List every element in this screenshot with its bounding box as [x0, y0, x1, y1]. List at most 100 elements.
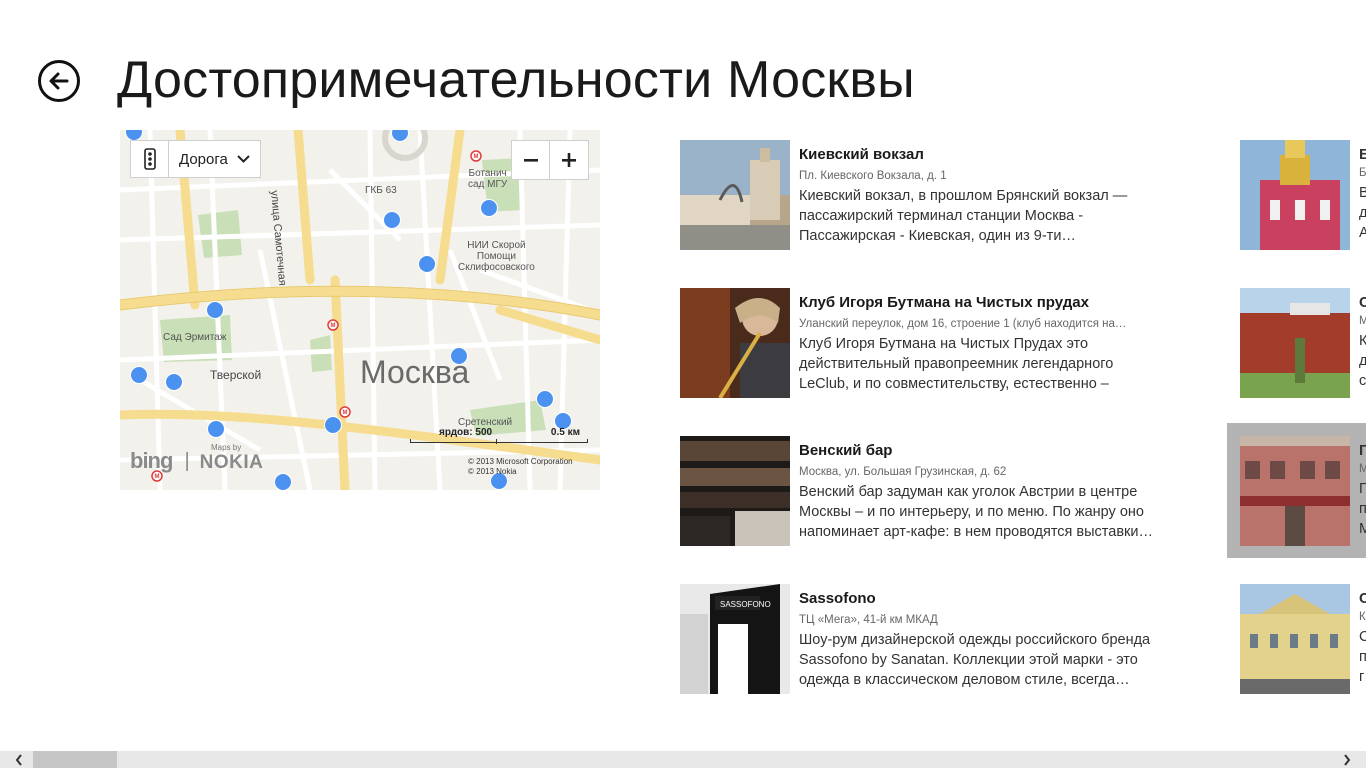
scale-line [410, 439, 588, 443]
chevron-left-icon [15, 753, 22, 766]
svg-text:M: M [343, 410, 348, 416]
map-pin[interactable] [383, 211, 401, 229]
map-label-botanic-garden: Ботанич сад МГУ [468, 168, 508, 190]
list-item[interactable]: Киевский вокзал Пл. Киевского Вокзала, д… [680, 140, 1170, 252]
map-pin[interactable] [324, 416, 342, 434]
item-address: К [1359, 611, 1366, 623]
list-item-selected[interactable]: Г М П п М [1240, 436, 1366, 548]
horizontal-scrollbar[interactable] [0, 751, 1366, 768]
item-address: ТЦ «Мега», 41-й км МКАД [799, 614, 938, 626]
item-address: Уланский переулок, дом 16, строение 1 (к… [799, 318, 1127, 330]
copyright-nokia: © 2013 Nokia [468, 467, 517, 476]
item-address: М [1359, 315, 1366, 327]
map-style-label: Дорога [179, 150, 228, 168]
list-item[interactable]: Б Б В д А [1240, 140, 1366, 252]
item-title: С [1359, 590, 1366, 607]
item-title: С [1359, 294, 1366, 311]
scale-yards: ярдов: 500 [439, 427, 493, 438]
item-thumbnail [680, 436, 790, 546]
item-description-line: П [1359, 481, 1366, 497]
item-title: Клуб Игоря Бутмана на Чистых прудах [799, 294, 1089, 311]
item-address: М [1359, 463, 1366, 475]
list-item[interactable]: С М К д с [1240, 288, 1366, 400]
item-description-line: с [1359, 373, 1366, 389]
back-arrow-icon [49, 72, 69, 90]
app-window: Достопримечательности Москвы M M M M ули… [0, 0, 1366, 768]
map-style-control: Дорога [130, 140, 261, 178]
map-pin[interactable] [207, 420, 225, 438]
map-label-tverskoy: Тверской [210, 368, 262, 382]
list-item[interactable]: Венский бар Москва, ул. Большая Грузинск… [680, 436, 1170, 548]
item-address: Пл. Киевского Вокзала, д. 1 [799, 170, 947, 182]
bing-logo: bing [130, 448, 173, 473]
scrollbar-thumb[interactable] [33, 751, 117, 768]
zoom-out-button[interactable] [512, 141, 550, 179]
svg-text:M: M [155, 474, 160, 480]
item-title: Венский бар [799, 442, 893, 459]
item-title: Г [1359, 442, 1366, 459]
svg-text:M: M [331, 323, 336, 329]
nokia-logo: NOKIA [199, 452, 264, 473]
minus-icon [523, 159, 538, 162]
item-description-line: М [1359, 521, 1366, 537]
item-thumbnail [1240, 140, 1350, 250]
map-style-dropdown[interactable]: Дорога [169, 141, 260, 177]
item-thumbnail [1240, 584, 1350, 694]
map-pin[interactable] [274, 473, 292, 490]
list-item[interactable]: SASSOFONO Sassofono ТЦ «Мега», 41-й км М… [680, 584, 1170, 696]
map-scale-bar: ярдов: 500 0.5 км [410, 427, 590, 447]
item-description-line: г [1359, 669, 1365, 685]
map-pin[interactable] [165, 373, 183, 391]
plus-icon [562, 153, 576, 167]
map-view[interactable]: M M M M улица Самотечная ГКБ 63 Ботанич … [120, 130, 600, 490]
item-description-line: д [1359, 353, 1366, 369]
map-pin[interactable] [536, 390, 554, 408]
map-pin[interactable] [480, 199, 498, 217]
scale-km: 0.5 км [550, 427, 580, 438]
map-label-gkb: ГКБ 63 [365, 185, 397, 196]
map-pin[interactable] [130, 366, 148, 384]
item-description-line: п [1359, 501, 1366, 517]
item-title: Sassofono [799, 590, 876, 607]
logo-separator: | [184, 450, 190, 472]
list-item[interactable]: Клуб Игоря Бутмана на Чистых прудах Улан… [680, 288, 1170, 400]
svg-text:M: M [474, 154, 479, 160]
map-pin[interactable] [206, 301, 224, 319]
item-address: Б [1359, 167, 1366, 179]
item-address: Москва, ул. Большая Грузинская, д. 62 [799, 466, 1007, 478]
zoom-in-button[interactable] [550, 141, 588, 179]
map-label-sklifosovsky: НИИ Скорой Помощи Склифосовского [458, 240, 535, 273]
item-description: Клуб Игоря Бутмана на Чистых Прудах это … [799, 336, 1114, 392]
item-title: Киевский вокзал [799, 146, 924, 163]
traffic-light-icon [143, 148, 156, 170]
map-pin[interactable] [418, 255, 436, 273]
item-description-line: С [1359, 629, 1366, 645]
item-description-line: В [1359, 185, 1366, 201]
list-item[interactable]: С К С п г [1240, 584, 1366, 696]
item-description: Киевский вокзал, в прошлом Брянский вокз… [799, 188, 1128, 244]
svg-text:SASSOFONO: SASSOFONO [720, 600, 771, 609]
map-label-hermitage-garden: Сад Эрмитаж [163, 332, 227, 343]
scroll-left-button[interactable] [9, 751, 29, 768]
item-description-line: А [1359, 225, 1366, 241]
traffic-button[interactable] [131, 141, 169, 177]
item-description: Венский бар задуман как уголок Австрии в… [799, 484, 1153, 540]
item-title: Б [1359, 146, 1366, 163]
map-copyright: © 2013 Microsoft Corporation © 2013 Noki… [468, 457, 573, 477]
item-description-line: К [1359, 333, 1366, 349]
item-description-line: п [1359, 649, 1366, 665]
item-thumbnail: SASSOFONO [680, 584, 790, 694]
page-title: Достопримечательности Москвы [117, 51, 915, 109]
item-description-line: д [1359, 205, 1366, 221]
bing-nokia-logo: bing | NOKIA [130, 448, 263, 474]
item-thumbnail [1240, 436, 1350, 546]
copyright-microsoft: © 2013 Microsoft Corporation [468, 457, 573, 466]
map-pin[interactable] [450, 347, 468, 365]
back-button[interactable] [38, 60, 80, 102]
chevron-down-icon [237, 155, 250, 163]
item-thumbnail [680, 140, 790, 250]
chevron-right-icon [1344, 753, 1351, 766]
item-thumbnail [1240, 288, 1350, 398]
item-thumbnail [680, 288, 790, 398]
scroll-right-button[interactable] [1337, 751, 1357, 768]
